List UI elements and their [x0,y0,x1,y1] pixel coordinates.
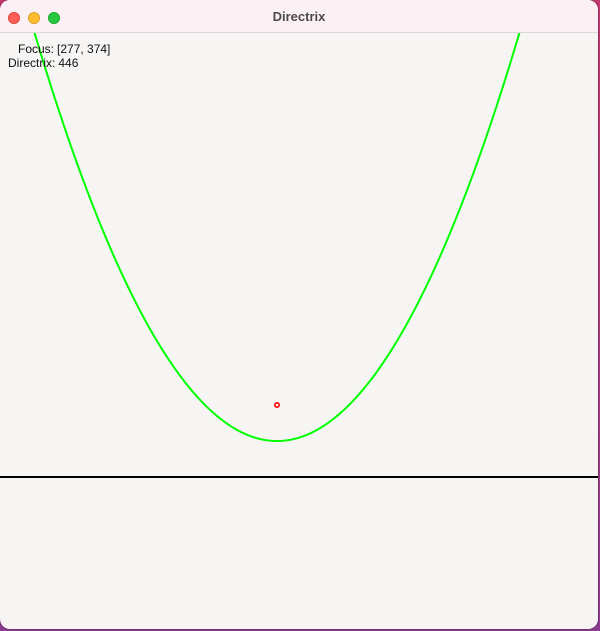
directrix-label: Directrix: [8,56,56,70]
drawing-canvas[interactable] [0,33,598,629]
focus-label: Focus: [18,42,55,56]
focus-value: [277, 374] [57,42,111,56]
window-title: Directrix [272,9,326,24]
title-bar[interactable]: Directrix [0,0,598,33]
parabola-curve [33,33,521,442]
focus-readout: Focus: [277, 374] [18,42,110,56]
app-window: Directrix Focus: [277, 374] Directrix: 446 [0,0,598,629]
directrix-value: 446 [58,56,79,70]
focus-point[interactable] [273,401,280,408]
directrix-readout: Directrix: 446 [8,56,78,70]
